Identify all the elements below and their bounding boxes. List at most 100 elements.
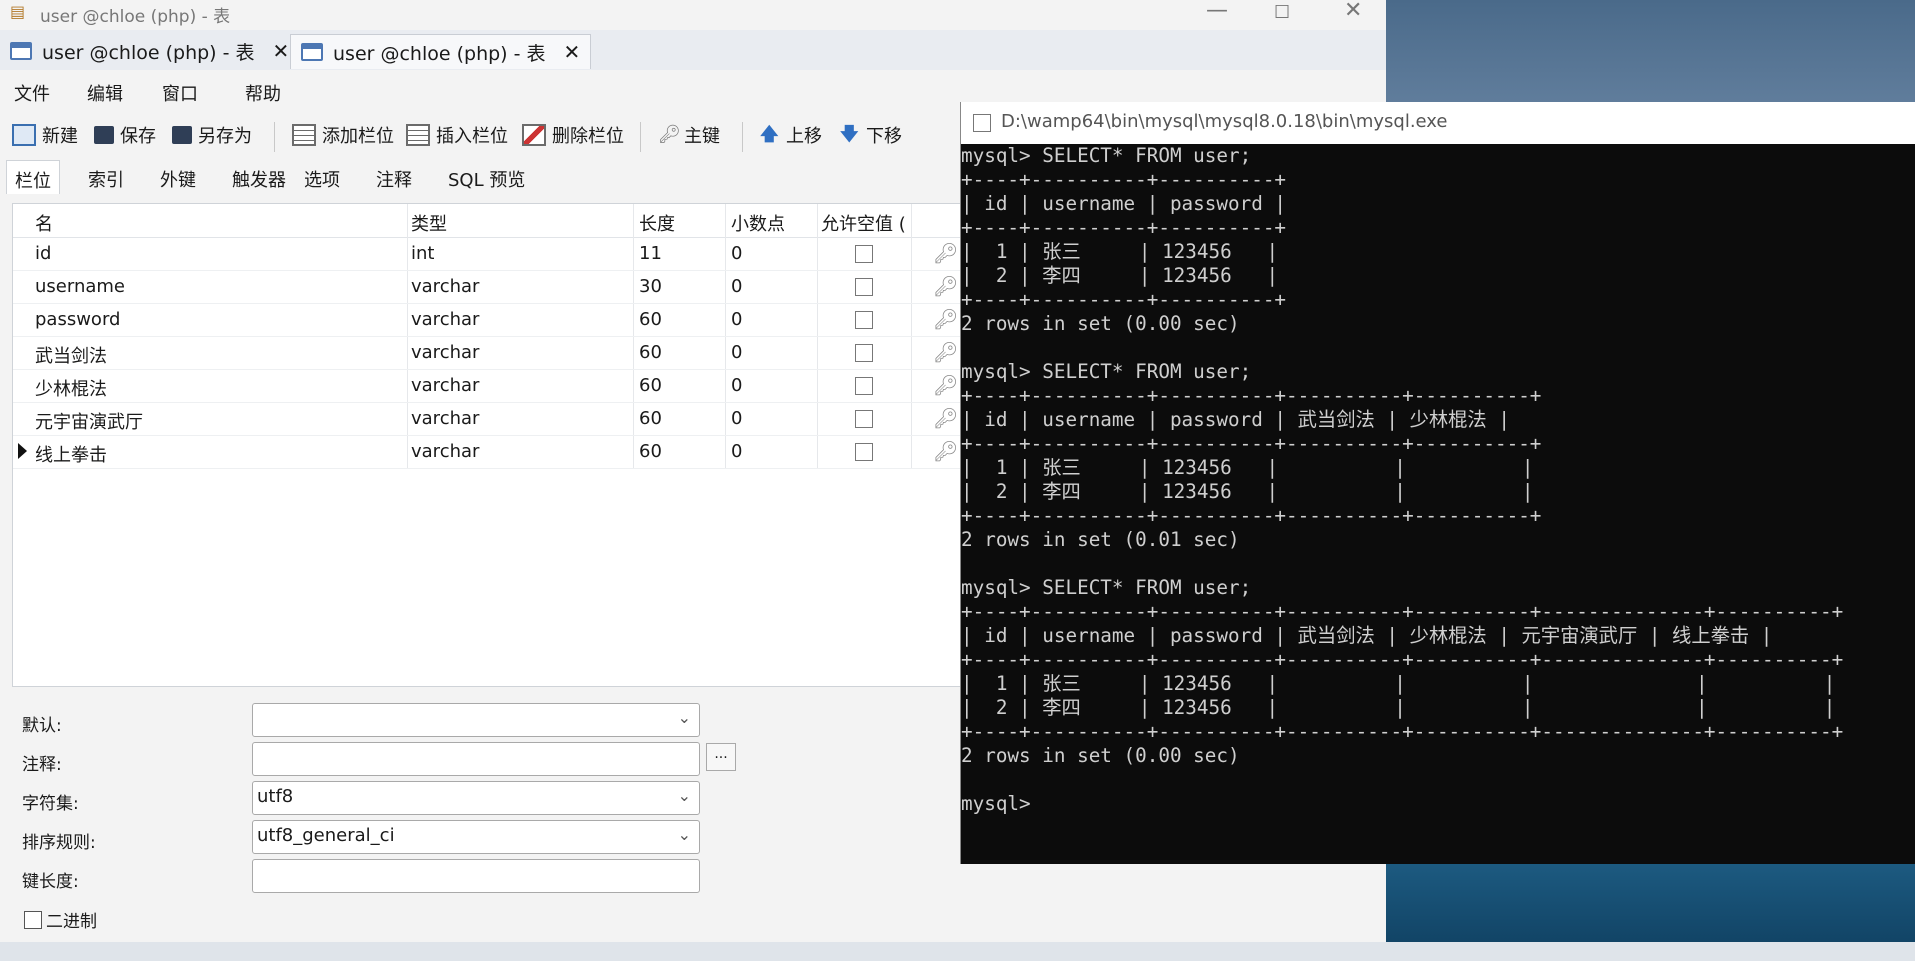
- field-name[interactable]: 线上拳击: [35, 441, 107, 467]
- maximize-button[interactable]: ☐: [1274, 2, 1290, 23]
- table-row[interactable]: password varchar 60 0 🔑︎: [13, 303, 963, 337]
- tab-triggers[interactable]: 触发器: [232, 166, 286, 192]
- comment-more-button[interactable]: ...: [706, 743, 736, 771]
- key-icon[interactable]: 🔑︎: [933, 373, 958, 397]
- field-type[interactable]: varchar: [411, 408, 479, 429]
- field-type[interactable]: int: [411, 243, 434, 264]
- field-length[interactable]: 60: [639, 408, 662, 429]
- table-row[interactable]: 武当剑法 varchar 60 0 🔑︎: [13, 336, 963, 370]
- menu-edit[interactable]: 编辑: [87, 80, 123, 106]
- header-type[interactable]: 类型: [411, 210, 447, 236]
- key-icon[interactable]: 🔑︎: [933, 307, 958, 331]
- field-length[interactable]: 60: [639, 375, 662, 396]
- minimize-button[interactable]: —: [1206, 0, 1228, 23]
- key-icon[interactable]: 🔑︎: [933, 340, 958, 364]
- not-null-checkbox[interactable]: [855, 443, 873, 461]
- save-as-button[interactable]: 另存为: [172, 122, 252, 148]
- not-null-checkbox[interactable]: [855, 377, 873, 395]
- tab-close-icon[interactable]: ✕: [564, 40, 581, 64]
- add-field-button[interactable]: 添加栏位: [292, 122, 394, 148]
- table-row-selected[interactable]: 线上拳击 varchar 60 0 🔑︎: [13, 435, 963, 469]
- move-up-label: 上移: [786, 126, 822, 147]
- field-type[interactable]: varchar: [411, 309, 479, 330]
- title-bar: ▤ user @chloe (php) - 表 — ☐ ✕: [0, 0, 1386, 30]
- primary-key-button[interactable]: 🔑︎ 主键: [658, 122, 720, 148]
- field-decimals[interactable]: 0: [731, 375, 742, 396]
- table-row[interactable]: 少林棍法 varchar 60 0 🔑︎: [13, 369, 963, 403]
- binary-checkbox[interactable]: 二进制: [24, 907, 97, 932]
- field-type[interactable]: varchar: [411, 342, 479, 363]
- field-decimals[interactable]: 0: [731, 441, 742, 462]
- not-null-checkbox[interactable]: [855, 278, 873, 296]
- move-up-button[interactable]: 🡅 上移: [760, 122, 822, 148]
- default-select[interactable]: ⌄: [252, 703, 700, 737]
- field-length[interactable]: 11: [639, 243, 662, 264]
- table-icon: [301, 43, 323, 61]
- field-name[interactable]: 少林棍法: [35, 375, 107, 401]
- key-icon[interactable]: 🔑︎: [933, 274, 958, 298]
- delete-field-button[interactable]: 删除栏位: [522, 122, 624, 148]
- mysql-console-window[interactable]: D:\wamp64\bin\mysql\mysql8.0.18\bin\mysq…: [960, 102, 1915, 864]
- field-length[interactable]: 60: [639, 441, 662, 462]
- save-as-label: 另存为: [198, 126, 252, 147]
- charset-value: utf8: [257, 786, 294, 807]
- field-decimals[interactable]: 0: [731, 309, 742, 330]
- field-decimals[interactable]: 0: [731, 276, 742, 297]
- table-row[interactable]: username varchar 30 0 🔑︎: [13, 270, 963, 304]
- key-icon[interactable]: 🔑︎: [933, 439, 958, 463]
- header-name[interactable]: 名: [35, 210, 53, 236]
- menu-window[interactable]: 窗口: [162, 80, 198, 106]
- field-length[interactable]: 30: [639, 276, 662, 297]
- arrow-down-icon: 🡇: [840, 124, 859, 145]
- not-null-checkbox[interactable]: [855, 245, 873, 263]
- tab-comment[interactable]: 注释: [376, 166, 412, 192]
- tab-foreign-keys[interactable]: 外键: [160, 166, 196, 192]
- field-decimals[interactable]: 0: [731, 408, 742, 429]
- field-length[interactable]: 60: [639, 309, 662, 330]
- tab-fields[interactable]: 栏位: [6, 160, 60, 194]
- default-label: 默认:: [22, 716, 62, 736]
- insert-field-button[interactable]: 插入栏位: [406, 122, 508, 148]
- field-type[interactable]: varchar: [411, 375, 479, 396]
- header-not-null[interactable]: 允许空值 (: [821, 210, 906, 236]
- tab-table-1[interactable]: user @chloe (php) - 表 ✕: [10, 34, 289, 68]
- not-null-checkbox[interactable]: [855, 311, 873, 329]
- tab-indexes[interactable]: 索引: [88, 166, 124, 192]
- key-length-input[interactable]: [252, 859, 700, 893]
- tab-sql-preview[interactable]: SQL 预览: [448, 166, 525, 192]
- field-name[interactable]: password: [35, 309, 120, 330]
- close-button[interactable]: ✕: [1344, 0, 1362, 23]
- current-row-indicator-icon: [18, 443, 27, 459]
- tab-close-icon[interactable]: ✕: [273, 39, 290, 63]
- field-decimals[interactable]: 0: [731, 342, 742, 363]
- save-label: 保存: [120, 126, 156, 147]
- header-decimals[interactable]: 小数点: [731, 210, 785, 236]
- charset-select[interactable]: utf8 ⌄: [252, 781, 700, 815]
- field-name[interactable]: 武当剑法: [35, 342, 107, 368]
- tab-label: user @chloe (php) - 表: [333, 42, 546, 65]
- field-name[interactable]: 元宇宙演武厅: [35, 408, 143, 434]
- new-button[interactable]: 新建: [12, 122, 78, 148]
- field-type[interactable]: varchar: [411, 276, 479, 297]
- key-icon[interactable]: 🔑︎: [933, 241, 958, 265]
- comment-input[interactable]: [252, 742, 700, 776]
- header-length[interactable]: 长度: [639, 210, 675, 236]
- table-row[interactable]: id int 11 0 🔑︎: [13, 237, 963, 271]
- console-output-area[interactable]: mysql> SELECT* FROM user; +----+--------…: [961, 144, 1915, 864]
- field-decimals[interactable]: 0: [731, 243, 742, 264]
- key-icon[interactable]: 🔑︎: [933, 406, 958, 430]
- not-null-checkbox[interactable]: [855, 344, 873, 362]
- menu-help[interactable]: 帮助: [245, 80, 281, 106]
- menu-file[interactable]: 文件: [14, 80, 50, 106]
- not-null-checkbox[interactable]: [855, 410, 873, 428]
- table-row[interactable]: 元宇宙演武厅 varchar 60 0 🔑︎: [13, 402, 963, 436]
- collation-select[interactable]: utf8_general_ci ⌄: [252, 820, 700, 854]
- save-button[interactable]: 保存: [94, 122, 156, 148]
- tab-options[interactable]: 选项: [304, 166, 340, 192]
- field-length[interactable]: 60: [639, 342, 662, 363]
- field-type[interactable]: varchar: [411, 441, 479, 462]
- move-down-button[interactable]: 🡇 下移: [840, 122, 902, 148]
- field-name[interactable]: username: [35, 276, 125, 297]
- tab-table-2[interactable]: user @chloe (php) - 表 ✕: [290, 34, 592, 69]
- field-name[interactable]: id: [35, 243, 51, 264]
